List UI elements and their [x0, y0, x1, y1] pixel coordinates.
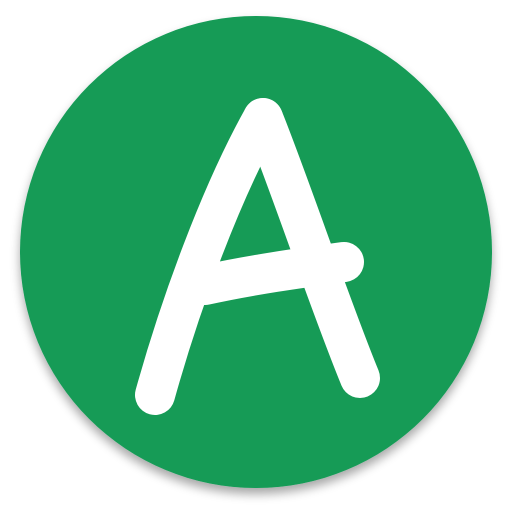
letter-a-icon[interactable] — [0, 0, 512, 512]
letter-a-crossbar — [185, 242, 364, 305]
icon-background-circle — [20, 16, 492, 488]
app-icon-container — [0, 0, 512, 512]
